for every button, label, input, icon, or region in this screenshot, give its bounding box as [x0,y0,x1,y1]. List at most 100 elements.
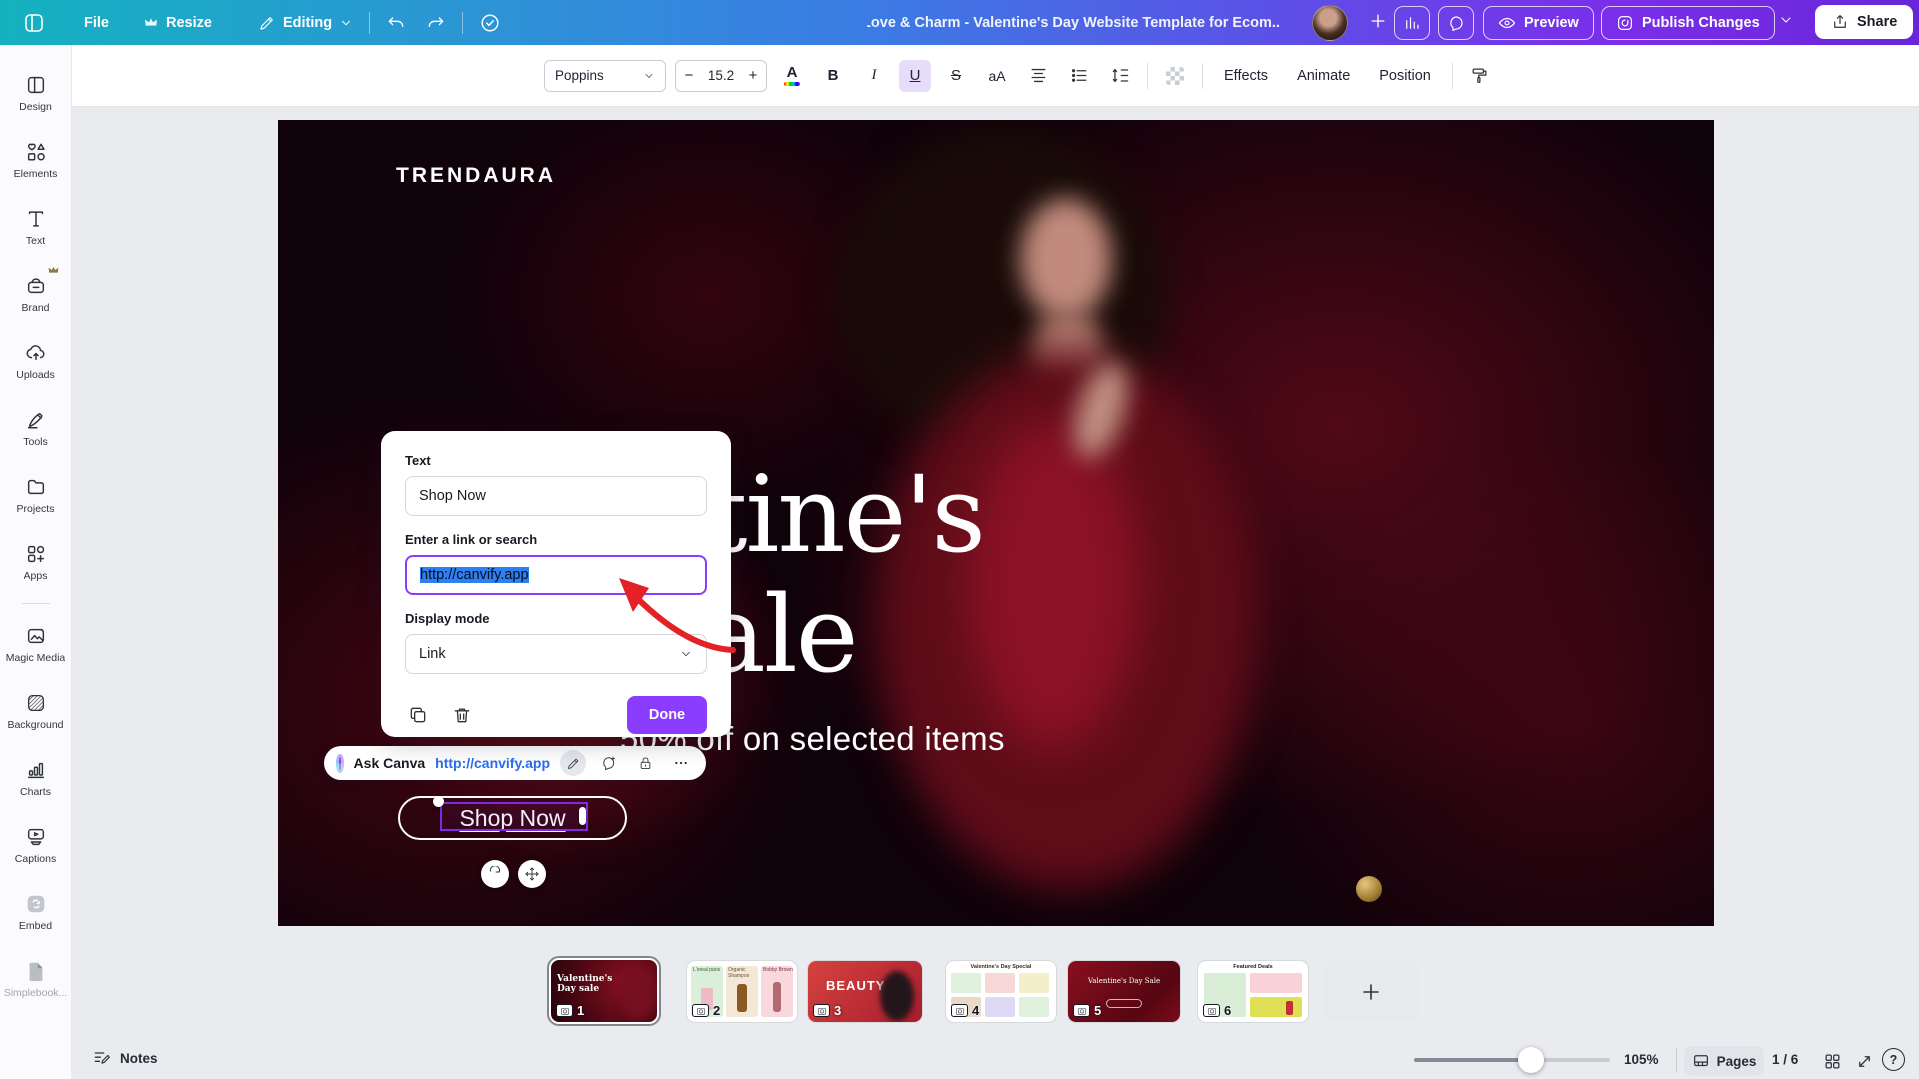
brand-logo[interactable]: TRENDAURA [396,164,556,188]
resize-menu-label: Resize [166,15,212,31]
page-thumbnail-5[interactable]: Valentine's Day Sale 5 [1068,961,1180,1022]
list-button[interactable] [1063,60,1095,92]
notes-button[interactable]: Notes [92,1048,158,1068]
file-menu[interactable]: File [74,9,119,37]
preview-button[interactable]: Preview [1483,6,1594,40]
underline-button[interactable]: U [899,60,931,92]
link-input[interactable]: http://canvify.app [405,555,707,595]
sidebar-item-projects[interactable]: Projects [4,463,68,527]
text-cursor-handle[interactable] [579,807,586,825]
sidebar-item-text[interactable]: Text [4,195,68,259]
publish-options-chevron[interactable] [1768,6,1804,34]
invite-members-button[interactable] [1358,5,1398,37]
top-bar: File Resize Editing Love & Charm - Valen… [0,0,1919,45]
sidebar-item-embed[interactable]: Embed [4,880,68,944]
page-count-badge: 2 [692,1003,720,1018]
text-color-glyph: A [787,65,798,80]
font-size-decrease[interactable]: − [676,60,702,92]
undo-button[interactable] [376,7,416,39]
editing-mode-menu[interactable]: Editing [248,8,363,38]
cloud-check-icon [479,12,501,34]
sidebar-item-brand[interactable]: Brand [4,262,68,326]
sidebar-item-charts[interactable]: Charts [4,746,68,810]
alignment-button[interactable] [1022,60,1054,92]
text-selection-box[interactable] [440,802,588,831]
photo-icon [1207,1006,1217,1016]
pages-icon [1692,1052,1710,1070]
delete-link-button[interactable] [449,702,475,728]
sidebar-item-magic-media[interactable]: Magic Media [4,612,68,676]
font-size-value[interactable]: 15.2 [702,68,740,83]
sidebar-item-uploads[interactable]: Uploads [4,329,68,393]
display-mode-select[interactable]: Link [405,634,707,674]
sidebar-item-apps[interactable]: Apps [4,530,68,594]
redo-button[interactable] [416,7,456,39]
pages-view-button[interactable]: Pages [1684,1046,1764,1076]
line-spacing-icon [1111,66,1130,85]
italic-button[interactable]: I [858,60,890,92]
font-family-select[interactable]: Poppins [544,60,666,92]
selection-handle[interactable] [433,796,444,807]
effects-button[interactable]: Effects [1214,68,1278,84]
photo-icon [560,1006,570,1016]
sidebar-item-simplebook[interactable]: Simplebook... [4,947,68,1011]
photo-icon [1077,1006,1087,1016]
page-thumbnail-4[interactable]: Valentine's Day Special 4 [946,961,1056,1022]
share-button[interactable]: Share [1815,5,1913,39]
avatar[interactable] [1312,5,1348,41]
simplebook-icon [25,960,47,982]
ask-canva-button[interactable]: Ask Canva [354,755,426,771]
page-thumbnail-1-selected[interactable]: Valentine's Day sale 1 [547,956,661,1026]
page-thumbnail-6[interactable]: Featured Deals 6 [1198,961,1308,1022]
preview-label: Preview [1524,15,1579,31]
spacing-button[interactable] [1104,60,1136,92]
font-size-increase[interactable]: + [740,60,766,92]
save-status-button[interactable] [469,6,511,40]
add-comment-button[interactable] [596,750,622,776]
comments-button[interactable] [1438,6,1474,40]
done-button[interactable]: Done [627,696,707,734]
tools-pen-icon [25,409,47,431]
text-case-button[interactable]: aA [981,60,1013,92]
add-page-button[interactable] [1323,961,1418,1022]
rotate-button[interactable] [481,860,509,888]
edit-link-button[interactable] [560,750,586,776]
more-options-button[interactable] [668,750,694,776]
bold-button[interactable]: B [817,60,849,92]
sidebar-item-background[interactable]: Background [4,679,68,743]
font-size-stepper: − 15.2 + [675,60,767,92]
design-title[interactable]: Love & Charm - Valentine's Day Website T… [867,0,1279,45]
charts-icon [25,759,47,781]
animate-button[interactable]: Animate [1287,68,1360,84]
element-link-url[interactable]: http://canvify.app [435,755,550,771]
publish-changes-button[interactable]: Publish Changes [1601,6,1775,40]
fullscreen-button[interactable] [1852,1049,1876,1073]
canva-home-button[interactable] [12,5,56,41]
button-text-input[interactable] [405,476,707,516]
page-thumbnail-2[interactable]: L'oreal paris Organic Shampoo Bobby Brow… [687,961,797,1022]
duplicate-link-button[interactable] [405,702,431,728]
text-color-button[interactable]: A [776,60,808,92]
transparency-button[interactable] [1159,60,1191,92]
pencil-icon [258,14,276,32]
topbar-divider [369,12,370,34]
move-button[interactable] [518,860,546,888]
zoom-level[interactable]: 105% [1624,1052,1659,1067]
grid-view-button[interactable] [1820,1049,1844,1073]
sidebar-item-tools[interactable]: Tools [4,396,68,460]
position-button[interactable]: Position [1369,68,1441,84]
resize-menu[interactable]: Resize [133,9,222,37]
lock-button[interactable] [632,750,658,776]
insights-button[interactable] [1394,6,1430,40]
sidebar-item-elements[interactable]: Elements [4,128,68,192]
sidebar-item-design[interactable]: Design [4,61,68,125]
publish-changes-label: Publish Changes [1642,15,1760,31]
projects-folder-icon [25,476,47,498]
expand-icon [1855,1052,1874,1071]
strikethrough-button[interactable]: S [940,60,972,92]
zoom-slider-thumb[interactable] [1518,1047,1544,1073]
copy-style-button[interactable] [1464,60,1496,92]
page-thumbnail-3[interactable]: BEAUTY 3 [808,961,922,1022]
help-button[interactable]: ? [1882,1048,1905,1071]
sidebar-item-captions[interactable]: Captions [4,813,68,877]
